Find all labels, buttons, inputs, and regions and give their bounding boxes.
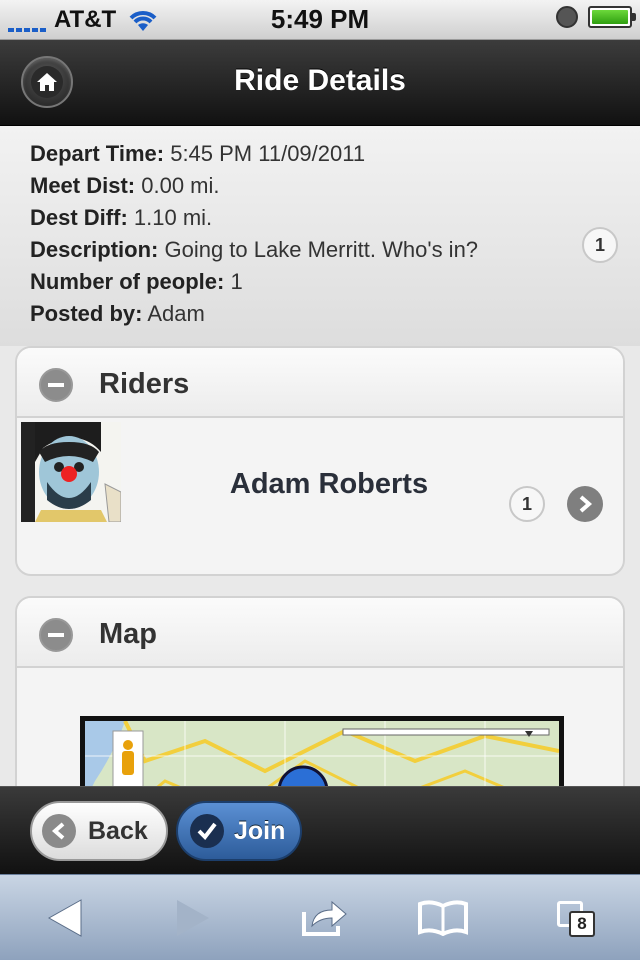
riders-section-title: Riders — [99, 368, 190, 400]
detail-dest-diff: Dest Diff: 1.10 mi. — [30, 202, 640, 234]
detail-posted-by: Posted by: Adam — [30, 298, 640, 330]
checkmark-icon — [190, 814, 224, 848]
detail-depart-time: Depart Time: 5:45 PM 11/09/2011 — [30, 138, 640, 170]
detail-value: 1 — [230, 269, 243, 294]
detail-value: Going to Lake Merritt. Who's in? — [164, 237, 479, 262]
clock-icon — [556, 6, 578, 28]
detail-label: Description: — [30, 237, 159, 262]
detail-meet-dist: Meet Dist: 0.00 mi. — [30, 170, 640, 202]
detail-label: Dest Diff: — [30, 205, 128, 230]
map-section-title: Map — [99, 618, 157, 650]
status-time: 5:49 PM — [270, 4, 370, 34]
riders-section: Riders Adam Roberts 1 — [15, 346, 625, 576]
detail-label: Posted by: — [30, 301, 143, 326]
riders-section-header[interactable]: Riders — [17, 348, 623, 418]
ride-details: Depart Time: 5:45 PM 11/09/2011 Meet Dis… — [0, 126, 640, 346]
browser-toolbar: 8 — [0, 874, 640, 960]
back-arrow-icon — [42, 814, 76, 848]
back-button[interactable]: Back — [30, 801, 168, 861]
collapse-minus-icon[interactable] — [39, 618, 73, 652]
join-button[interactable]: Join — [176, 801, 302, 861]
detail-value: 5:45 PM 11/09/2011 — [170, 141, 366, 166]
status-bar: AT&T 5:49 PM — [0, 0, 640, 40]
rider-count-badge: 1 — [509, 486, 545, 522]
status-right — [556, 6, 636, 28]
collapse-minus-icon[interactable] — [39, 368, 73, 402]
back-button-label: Back — [88, 816, 148, 845]
chevron-right-icon[interactable] — [567, 486, 603, 522]
rider-list-item[interactable]: Adam Roberts 1 — [17, 418, 623, 574]
battery-icon — [588, 6, 636, 28]
browser-forward-icon[interactable] — [166, 895, 220, 941]
detail-label: Number of people: — [30, 269, 225, 294]
detail-value: 1.10 mi. — [133, 205, 213, 230]
detail-label: Meet Dist: — [30, 173, 136, 198]
detail-value: 0.00 mi. — [141, 173, 220, 198]
detail-label: Depart Time: — [30, 141, 165, 166]
details-count-badge: 1 — [582, 227, 618, 263]
browser-back-icon[interactable] — [38, 895, 92, 941]
tab-count-badge: 8 — [569, 911, 595, 937]
header-bar: Ride Details — [0, 40, 640, 126]
share-icon[interactable] — [298, 895, 352, 941]
bottom-toolbar: Back Join — [0, 786, 640, 874]
map-section-header[interactable]: Map — [17, 598, 623, 668]
join-button-label: Join — [234, 816, 286, 845]
bookmarks-icon[interactable] — [416, 895, 470, 941]
detail-number-of-people: Number of people: 1 — [30, 266, 640, 298]
detail-description: Description: Going to Lake Merritt. Who'… — [30, 234, 640, 266]
page-title: Ride Details — [234, 64, 406, 97]
tabs-icon[interactable]: 8 — [548, 895, 602, 941]
detail-value: Adam — [147, 301, 205, 326]
